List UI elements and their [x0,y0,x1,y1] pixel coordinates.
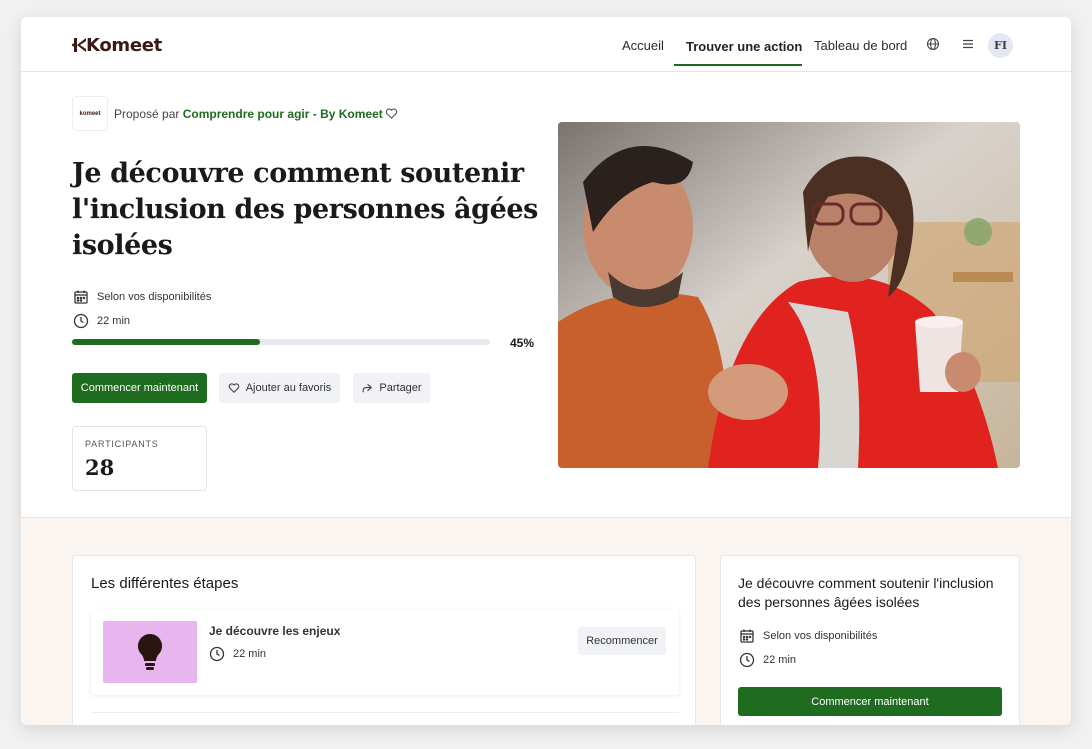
summary-title: Je découvre comment soutenir l'inclusion… [738,575,994,610]
calendar-icon [74,290,88,304]
summary-availability-row: Selon vos disponibilités [739,628,877,644]
participants-card: PARTICIPANTS 28 [72,426,207,491]
participants-label: PARTICIPANTS [85,439,159,449]
step-item-next [91,712,679,725]
progress-bar [72,339,490,345]
komeet-logo-mark-icon [72,38,86,52]
restart-button[interactable]: Recommencer [578,627,666,655]
share-icon [362,384,373,393]
hero-photo-illustration [558,122,1020,468]
follow-org-heart-icon[interactable] [385,107,398,120]
proposed-prefix: Proposé par [114,107,180,121]
availability-text: Selon vos disponibilités [97,291,212,303]
summary-start-button[interactable]: Commencer maintenant [738,687,1002,716]
hero-image [558,122,1020,468]
menu-icon[interactable] [961,37,975,51]
step-duration-text: 22 min [233,648,267,660]
nav-home[interactable]: Accueil [622,38,664,53]
org-logo[interactable]: komeet [72,96,108,131]
duration-text: 22 min [97,315,131,327]
lightbulb-icon [137,633,163,670]
top-header: Komeet Accueil Trouver une action Tablea… [21,17,1071,72]
proposed-by: Proposé par Comprendre pour agir - By Ko… [114,107,383,121]
steps-card: Les différentes étapes Je découvre les e… [72,555,696,725]
clock-icon [73,313,89,329]
summary-duration-text: 22 min [763,654,797,666]
user-avatar[interactable]: FI [988,33,1013,58]
page-title: Je découvre comment soutenir l'inclusion… [72,158,538,261]
nav-active-underline [674,64,802,66]
step-name: Je découvre les enjeux [209,624,341,638]
share-label: Partager [379,382,422,394]
proposer-org-link[interactable]: Comprendre pour agir - By Komeet [183,107,383,121]
add-favorite-label: Ajouter au favoris [245,382,332,394]
nav-dashboard[interactable]: Tableau de bord [814,38,907,53]
lower-section: Les différentes étapes Je découvre les e… [21,517,1071,725]
progress-percent: 45% [510,336,535,350]
app-window: Komeet Accueil Trouver une action Tablea… [21,17,1071,725]
step-thumbnail [103,621,197,683]
clock-icon [209,646,225,662]
duration-row: 22 min [73,313,130,329]
heart-icon [228,383,239,393]
komeet-logo[interactable]: Komeet [72,34,162,56]
step-duration: 22 min [209,646,266,662]
availability-row: Selon vos disponibilités [73,289,211,305]
logo-text: Komeet [86,34,162,56]
clock-icon [739,652,755,668]
globe-icon[interactable] [926,37,940,51]
steps-title: Les différentes étapes [91,575,239,592]
progress-bar-fill [72,339,261,345]
start-now-button[interactable]: Commencer maintenant [72,373,207,403]
summary-card: Je découvre comment soutenir l'inclusion… [720,555,1020,725]
share-button[interactable]: Partager [353,373,430,403]
add-favorite-button[interactable]: Ajouter au favoris [219,373,340,403]
participants-count: 28 [85,455,115,480]
step-item[interactable]: Je découvre les enjeux 22 min Recommence… [91,609,679,695]
org-logo-text: komeet [79,110,101,117]
summary-availability-text: Selon vos disponibilités [763,630,878,642]
calendar-icon [740,629,754,643]
summary-duration-row: 22 min [739,652,796,668]
nav-find-action[interactable]: Trouver une action [686,39,802,54]
